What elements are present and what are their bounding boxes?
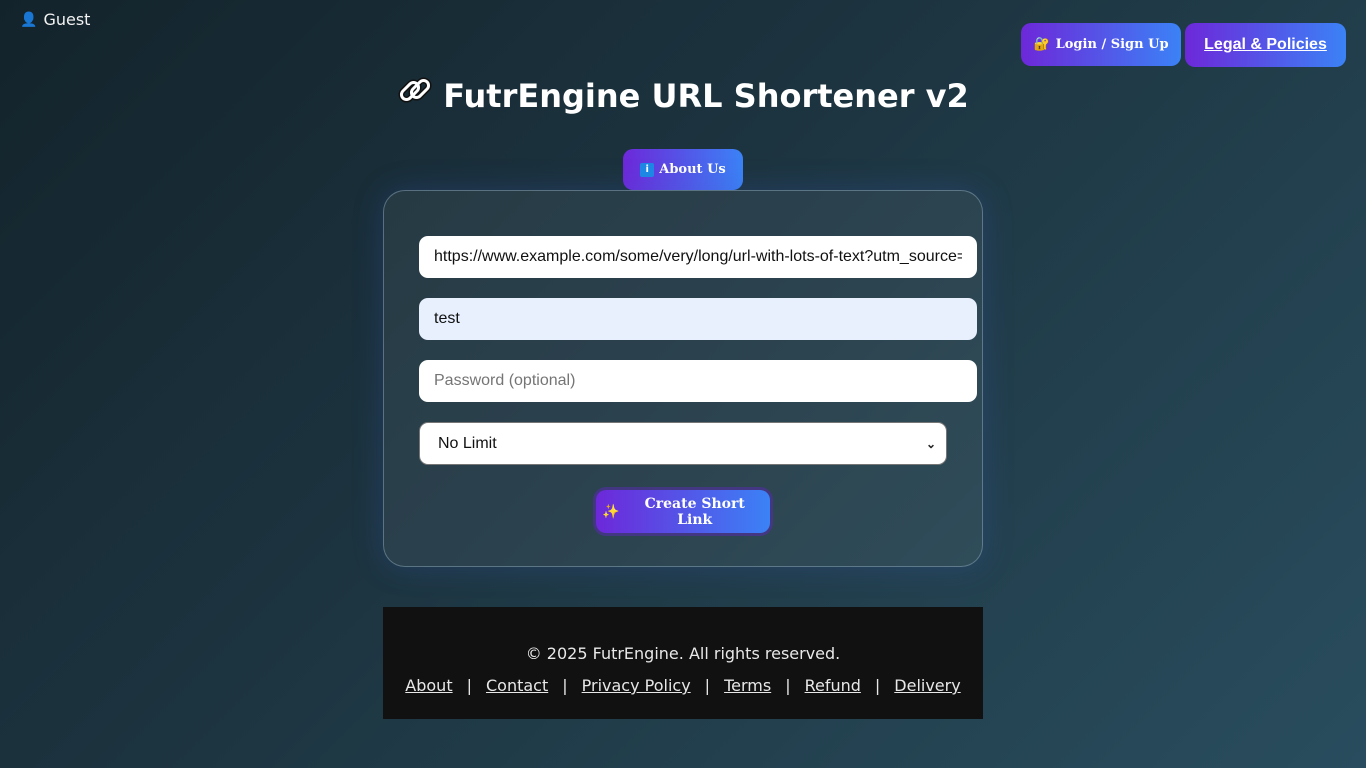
copyright-text: © 2025 FutrEngine. All rights reserved.	[525, 644, 841, 663]
create-short-link-label: Create Short Link	[644, 495, 745, 528]
footer-link-privacy-policy[interactable]: Privacy Policy	[582, 676, 691, 695]
footer-links: About | Contact | Privacy Policy | Terms…	[383, 676, 983, 695]
legal-policies-button[interactable]: Legal & Policies	[1185, 23, 1346, 67]
chevron-down-icon: ⌄	[925, 436, 936, 451]
about-us-button[interactable]: i About Us	[623, 149, 743, 190]
footer-link-terms[interactable]: Terms	[724, 676, 771, 695]
custom-alias-input[interactable]	[419, 298, 977, 340]
lock-icon: 🔐	[1033, 37, 1050, 52]
footer-link-about[interactable]: About	[405, 676, 452, 695]
sparkles-icon: ✨	[602, 503, 620, 520]
page-title: FutrEngine URL Shortener v2	[0, 74, 1366, 122]
shortener-form-card: No Limit ⌄ ✨ Create Short Link	[383, 190, 983, 567]
usage-limit-select[interactable]: No Limit ⌄	[419, 422, 947, 465]
bust-silhouette-icon: 👤	[20, 11, 38, 28]
usage-limit-selected: No Limit	[438, 434, 497, 452]
password-input[interactable]	[419, 360, 977, 402]
footer-separator: |	[874, 676, 881, 695]
long-url-input[interactable]	[419, 236, 977, 278]
link-icon	[397, 72, 433, 119]
page-title-text: FutrEngine URL Shortener v2	[443, 77, 969, 115]
user-name: Guest	[43, 10, 91, 29]
footer-separator: |	[785, 676, 791, 695]
footer-link-contact[interactable]: Contact	[486, 676, 548, 695]
login-signup-button[interactable]: 🔐 Login / Sign Up	[1021, 23, 1181, 66]
footer: © 2025 FutrEngine. All rights reserved. …	[383, 607, 983, 719]
info-icon: i	[640, 162, 655, 177]
top-buttons: 🔐 Login / Sign Up Legal & Policies	[1021, 23, 1346, 67]
footer-separator: |	[704, 676, 711, 695]
footer-link-delivery[interactable]: Delivery	[894, 676, 960, 695]
footer-separator: |	[466, 676, 472, 695]
create-short-link-button[interactable]: ✨ Create Short Link	[596, 490, 770, 533]
about-us-label: About Us	[659, 162, 726, 177]
user-badge: 👤 Guest	[20, 10, 90, 29]
footer-link-refund[interactable]: Refund	[805, 676, 861, 695]
footer-separator: |	[562, 676, 568, 695]
login-signup-label: Login / Sign Up	[1055, 37, 1169, 52]
